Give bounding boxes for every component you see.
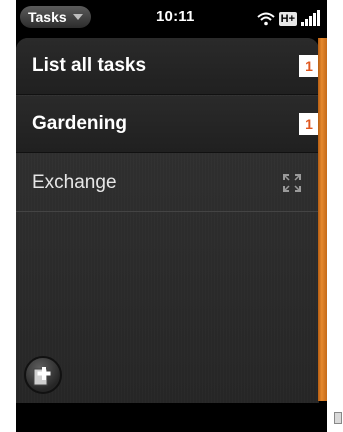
app-menu-label: Tasks bbox=[28, 9, 67, 25]
list-item-all-tasks[interactable]: List all tasks 1 bbox=[16, 38, 319, 95]
status-clock: 10:11 bbox=[156, 8, 195, 25]
task-count-badge: 1 bbox=[299, 55, 319, 77]
status-icons: H+ bbox=[256, 8, 321, 26]
signal-icon bbox=[301, 10, 320, 26]
network-type-badge: H+ bbox=[278, 12, 297, 26]
app-menu-button[interactable]: Tasks bbox=[20, 6, 91, 28]
add-list-button[interactable] bbox=[24, 356, 62, 394]
scroll-indicator-icon bbox=[334, 412, 342, 424]
chevron-down-icon bbox=[72, 14, 83, 20]
list-item-label: Gardening bbox=[32, 113, 128, 134]
status-bar: Tasks 10:11 H+ bbox=[16, 0, 327, 32]
add-list-icon bbox=[33, 367, 51, 386]
wifi-icon bbox=[256, 12, 275, 26]
task-list-card: List all tasks 1 Gardening 1 Exchange bbox=[16, 38, 319, 403]
sync-icon[interactable] bbox=[281, 172, 303, 194]
list-ribbon bbox=[318, 38, 327, 401]
list-item-label: Exchange bbox=[32, 171, 117, 193]
row-divider bbox=[16, 211, 319, 212]
task-count-badge: 1 bbox=[299, 113, 319, 135]
device-screen: Tasks 10:11 H+ List all tasks 1 Gardenin… bbox=[16, 0, 327, 432]
list-item-exchange[interactable]: Exchange bbox=[16, 154, 319, 211]
gesture-area bbox=[16, 403, 327, 432]
list-item-label: List all tasks bbox=[32, 55, 147, 76]
list-item-gardening[interactable]: Gardening 1 bbox=[16, 96, 319, 153]
